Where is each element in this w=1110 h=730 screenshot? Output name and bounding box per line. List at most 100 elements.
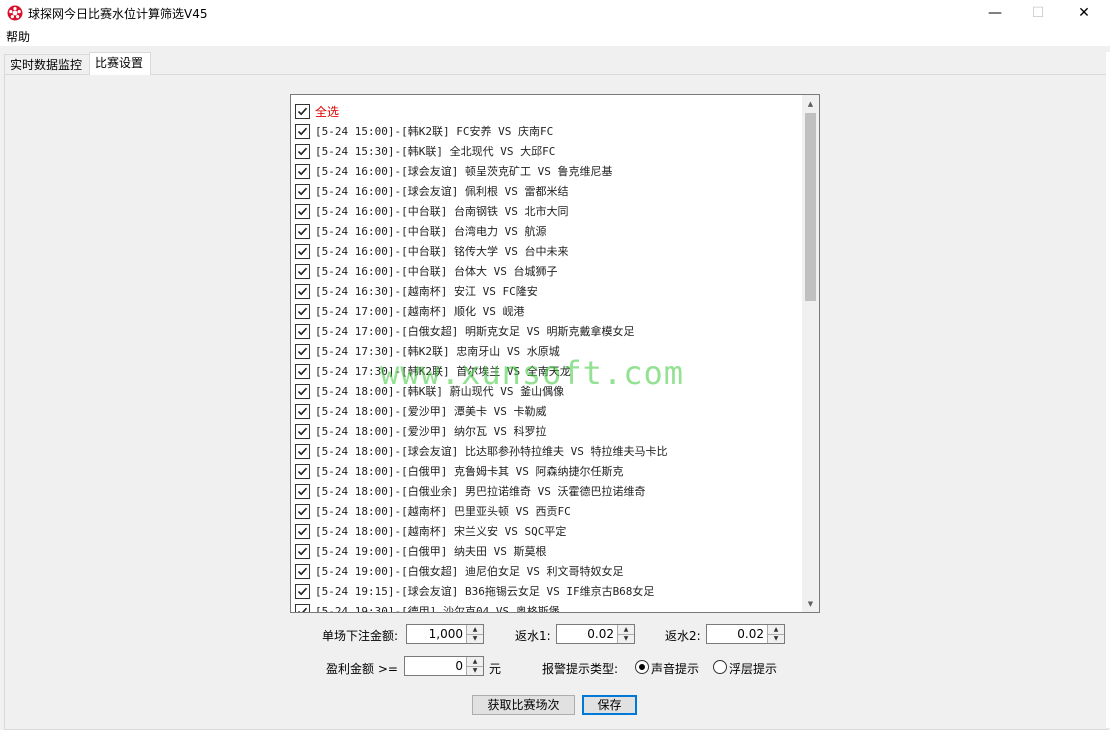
fetch-matches-button[interactable]: 获取比赛场次 — [472, 695, 575, 715]
checkmark-icon — [297, 167, 308, 175]
scroll-up-arrow-icon[interactable]: ▲ — [802, 95, 819, 112]
match-row[interactable]: [5-24 18:00]-[韩K联] 蔚山现代 VS 釜山偶像 — [295, 381, 564, 401]
radio-sound-alert[interactable] — [635, 660, 649, 674]
checkmark-icon — [297, 547, 308, 555]
match-row[interactable]: [5-24 17:30]-[韩K2联] 首尔埃兰 VS 全南天龙 — [295, 361, 571, 381]
vertical-scrollbar[interactable]: ▲ ▼ — [802, 95, 819, 612]
match-label: [5-24 16:00]-[中台联] 铭传大学 VS 台中未来 — [315, 245, 569, 258]
checkbox-checked[interactable] — [295, 203, 310, 219]
match-row[interactable]: [5-24 16:00]-[中台联] 台湾电力 VS 航源 — [295, 221, 546, 241]
checkmark-icon — [297, 227, 308, 235]
checkmark-icon — [297, 187, 308, 195]
checkmark-icon — [297, 427, 308, 435]
scroll-down-arrow-icon[interactable]: ▼ — [802, 595, 819, 612]
sound-alert-label[interactable]: 声音提示 — [651, 660, 699, 677]
rebate1-stepper[interactable]: 0.02 ▲ ▼ — [556, 624, 635, 644]
match-row[interactable]: [5-24 16:00]-[球会友谊] 顿呈茨克矿工 VS 鲁克维尼基 — [295, 161, 612, 181]
spin-down-icon[interactable]: ▼ — [467, 634, 483, 643]
tab-match-settings[interactable]: 比赛设置 — [89, 52, 151, 75]
match-row[interactable]: [5-24 18:00]-[越南杯] 宋兰义安 VS SQC平定 — [295, 521, 566, 541]
spin-down-icon[interactable]: ▼ — [467, 666, 483, 675]
checkmark-icon — [297, 307, 308, 315]
match-row[interactable]: [5-24 15:00]-[韩K2联] FC安养 VS 庆南FC — [295, 121, 553, 141]
radio-overlay-alert[interactable] — [713, 660, 727, 674]
match-row[interactable]: [5-24 16:00]-[中台联] 铭传大学 VS 台中未来 — [295, 241, 568, 261]
checkbox-checked[interactable] — [295, 343, 310, 359]
rebate1-spin-buttons: ▲ ▼ — [617, 625, 634, 643]
match-label: [5-24 18:00]-[越南杯] 巴里亚头顿 VS 西贡FC — [315, 505, 571, 518]
rebate2-stepper[interactable]: 0.02 ▲ ▼ — [706, 624, 785, 644]
profit-amount-stepper[interactable]: 0 ▲ ▼ — [404, 656, 484, 676]
checkbox-checked[interactable] — [295, 363, 310, 379]
checkbox-checked[interactable] — [295, 183, 310, 199]
checkmark-icon — [297, 487, 308, 495]
match-row[interactable]: [5-24 18:00]-[爱沙甲] 纳尔瓦 VS 科罗拉 — [295, 421, 546, 441]
checkbox-checked[interactable] — [295, 323, 310, 339]
match-row[interactable]: [5-24 18:00]-[越南杯] 巴里亚头顿 VS 西贡FC — [295, 501, 571, 521]
checkbox-checked[interactable] — [295, 543, 310, 559]
checkbox-checked[interactable] — [295, 163, 310, 179]
checkbox-checked[interactable] — [295, 143, 310, 159]
match-row[interactable]: [5-24 19:00]-[白俄甲] 纳夫田 VS 斯莫根 — [295, 541, 546, 561]
checkbox-checked[interactable] — [295, 523, 310, 539]
minimize-button[interactable]: — — [972, 0, 1018, 26]
app-logo-icon — [7, 5, 23, 21]
match-checklist[interactable]: 全选 [5-24 15:00]-[韩K2联] FC安养 VS 庆南FC [5-24 … — [290, 94, 820, 613]
checkbox-checked[interactable] — [295, 243, 310, 259]
checkbox-checked[interactable] — [295, 463, 310, 479]
match-row[interactable]: [5-24 19:15]-[球会友谊] B36拖锡云女足 VS IF维京古B68… — [295, 581, 654, 601]
checkmark-icon — [297, 267, 308, 275]
checkbox-checked[interactable] — [295, 423, 310, 439]
checkbox-checked[interactable] — [295, 123, 310, 139]
match-row[interactable]: [5-24 17:00]-[白俄女超] 明斯克女足 VS 明斯克戴拿模女足 — [295, 321, 634, 341]
match-label: [5-24 17:00]-[越南杯] 顺化 VS 岘港 — [315, 305, 525, 318]
spin-down-icon[interactable]: ▼ — [618, 634, 634, 643]
close-button[interactable]: ✕ — [1061, 0, 1107, 26]
menu-bar: 帮助 — [0, 26, 1110, 46]
checkbox-checked[interactable] — [295, 583, 310, 599]
checkbox-checked[interactable] — [295, 383, 310, 399]
match-label: [5-24 18:00]-[越南杯] 宋兰义安 VS SQC平定 — [315, 525, 567, 538]
checkbox-checked[interactable] — [295, 443, 310, 459]
checkbox-checked[interactable] — [295, 303, 310, 319]
match-row[interactable]: [5-24 16:00]-[中台联] 台南钢铁 VS 北市大同 — [295, 201, 568, 221]
rebate2-spin-buttons: ▲ ▼ — [767, 625, 784, 643]
checkmark-icon — [297, 507, 308, 515]
rebate1-label: 返水1: — [515, 629, 551, 643]
bet-amount-spin-buttons: ▲ ▼ — [466, 625, 483, 643]
match-row[interactable]: [5-24 19:30]-[德甲] 沙尔克04 VS 奥格斯堡 — [295, 601, 560, 612]
menu-help[interactable]: 帮助 — [6, 28, 30, 45]
match-row[interactable]: [5-24 16:00]-[中台联] 台体大 VS 台城狮子 — [295, 261, 557, 281]
bet-amount-stepper[interactable]: 1,000 ▲ ▼ — [406, 624, 484, 644]
match-label: [5-24 16:00]-[球会友谊] 顿呈茨克矿工 VS 鲁克维尼基 — [315, 165, 613, 178]
overlay-alert-label[interactable]: 浮层提示 — [729, 660, 777, 677]
match-row[interactable]: [5-24 15:30]-[韩K联] 全北现代 VS 大邱FC — [295, 141, 555, 161]
scrollbar-thumb[interactable] — [805, 113, 816, 301]
checkbox-checked[interactable] — [295, 603, 310, 612]
match-label: [5-24 18:00]-[韩K联] 蔚山现代 VS 釜山偶像 — [315, 385, 565, 398]
checkbox-checked[interactable] — [295, 403, 310, 419]
match-row[interactable]: [5-24 18:00]-[白俄甲] 克鲁姆卡其 VS 阿森纳捷尔任斯克 — [295, 461, 623, 481]
checkbox-checked[interactable] — [295, 103, 310, 119]
checkbox-checked[interactable] — [295, 223, 310, 239]
checkbox-checked[interactable] — [295, 263, 310, 279]
match-label: [5-24 18:00]-[球会友谊] 比达耶参孙特拉维夫 VS 特拉维夫马卡比 — [315, 445, 668, 458]
tab-realtime-monitor[interactable]: 实时数据监控 — [4, 54, 92, 75]
match-label: [5-24 17:30]-[韩K2联] 首尔埃兰 VS 全南天龙 — [315, 365, 571, 378]
match-row[interactable]: [5-24 17:00]-[越南杯] 顺化 VS 岘港 — [295, 301, 524, 321]
match-label: [5-24 19:00]-[白俄女超] 迪尼伯女足 VS 利文哥特奴女足 — [315, 565, 624, 578]
checkbox-checked[interactable] — [295, 503, 310, 519]
match-row[interactable]: [5-24 19:00]-[白俄女超] 迪尼伯女足 VS 利文哥特奴女足 — [295, 561, 623, 581]
match-row[interactable]: [5-24 18:00]-[球会友谊] 比达耶参孙特拉维夫 VS 特拉维夫马卡比 — [295, 441, 667, 461]
checkbox-checked[interactable] — [295, 563, 310, 579]
select-all-row[interactable]: 全选 — [295, 101, 339, 121]
checkbox-checked[interactable] — [295, 283, 310, 299]
match-row[interactable]: [5-24 17:30]-[韩K2联] 忠南牙山 VS 水原城 — [295, 341, 560, 361]
match-row[interactable]: [5-24 16:00]-[球会友谊] 佩利根 VS 雷都米结 — [295, 181, 568, 201]
save-button[interactable]: 保存 — [582, 695, 637, 715]
match-row[interactable]: [5-24 16:30]-[越南杯] 安江 VS FC隆安 — [295, 281, 538, 301]
match-row[interactable]: [5-24 18:00]-[白俄业余] 男巴拉诺维奇 VS 沃霍德巴拉诺维奇 — [295, 481, 645, 501]
spin-down-icon[interactable]: ▼ — [768, 634, 784, 643]
checkbox-checked[interactable] — [295, 483, 310, 499]
match-row[interactable]: [5-24 18:00]-[爱沙甲] 潭美卡 VS 卡勒威 — [295, 401, 546, 421]
